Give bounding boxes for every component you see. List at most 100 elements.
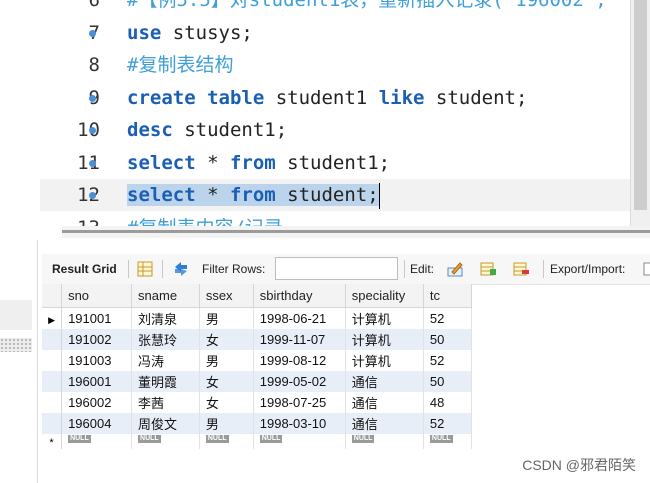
- column-header-sname[interactable]: sname: [131, 284, 200, 308]
- editor-line[interactable]: 11select * from student1;: [40, 147, 650, 179]
- table-cell[interactable]: 191002: [61, 329, 133, 350]
- table-cell[interactable]: 女: [199, 371, 254, 392]
- table-cell[interactable]: 1999-08-12: [253, 350, 346, 371]
- table-cell[interactable]: 计算机: [345, 329, 424, 350]
- editor-line[interactable]: 8 #复制表结构: [40, 49, 650, 81]
- row-selector[interactable]: [42, 392, 63, 413]
- code-text[interactable]: select * from student;: [127, 179, 380, 211]
- table-cell[interactable]: 女: [199, 329, 254, 350]
- row-selector[interactable]: [42, 329, 63, 350]
- table-row[interactable]: 191003 冯涛男 1999-08-12 计算机 52: [42, 350, 473, 371]
- table-cell[interactable]: 刘清泉: [131, 307, 200, 329]
- table-cell[interactable]: 周俊文: [131, 413, 200, 434]
- code-text[interactable]: #复制表结构: [127, 49, 233, 81]
- result-grid[interactable]: sno sname ssex sbirthday speciality tc ▶ 19100…: [42, 284, 473, 449]
- line-number: 8: [88, 54, 100, 76]
- table-cell[interactable]: 1999-05-02: [253, 371, 346, 392]
- table-cell[interactable]: 通信: [345, 413, 424, 434]
- table-cell[interactable]: 1999-11-07: [253, 329, 346, 350]
- editor-line[interactable]: 10desc student1;: [40, 114, 650, 146]
- table-cell[interactable]: 李茜: [131, 392, 200, 413]
- editor-vertical-scrollbar[interactable]: [630, 0, 650, 226]
- table-cell[interactable]: 196001: [61, 371, 133, 392]
- table-cell[interactable]: NULL: [199, 434, 254, 449]
- delete-row-icon[interactable]: [512, 260, 530, 278]
- table-cell[interactable]: 计算机: [345, 350, 424, 371]
- table-cell[interactable]: 1998-03-10: [253, 413, 346, 434]
- left-panel-splitter[interactable]: [0, 338, 32, 352]
- row-selector[interactable]: [42, 371, 63, 392]
- table-row[interactable]: 196002 李茜女 1998-07-25 通信 48: [42, 392, 473, 413]
- editor-line[interactable]: 6 #【例5.5】对student1表，重新插入记录(‘196002’,: [40, 0, 650, 16]
- row-selector[interactable]: ▶: [42, 307, 63, 329]
- column-header-sbirthday[interactable]: sbirthday: [253, 284, 346, 308]
- table-cell[interactable]: NULL: [345, 434, 424, 449]
- table-row[interactable]: 191002 张慧玲女 1999-11-07 计算机 50: [42, 329, 473, 350]
- scrollbar-thumb[interactable]: [634, 0, 647, 210]
- row-selector[interactable]: *: [42, 434, 63, 449]
- row-selector[interactable]: [42, 413, 63, 434]
- code-text[interactable]: desc student1;: [127, 114, 287, 146]
- statement-marker-icon[interactable]: [89, 94, 96, 102]
- table-cell[interactable]: 通信: [345, 371, 424, 392]
- null-badge: NULL: [429, 435, 453, 443]
- editor-line[interactable]: 13 #复制表内容/记录: [40, 212, 650, 227]
- table-cell[interactable]: 50: [423, 329, 473, 350]
- column-header-ssex[interactable]: ssex: [199, 284, 254, 308]
- code-text[interactable]: #复制表内容/记录: [127, 212, 283, 227]
- editor-line[interactable]: 9create table student1 like student;: [40, 82, 650, 114]
- table-cell[interactable]: 男: [199, 307, 254, 329]
- editor-horizontal-scrollbar[interactable]: [62, 226, 650, 238]
- column-header-speciality[interactable]: speciality: [345, 284, 424, 308]
- table-cell[interactable]: 191001: [61, 307, 133, 329]
- column-header-sno[interactable]: sno: [61, 284, 133, 308]
- table-cell[interactable]: 董明霞: [131, 371, 200, 392]
- table-cell[interactable]: 196002: [61, 392, 133, 413]
- table-cell[interactable]: NULL: [131, 434, 200, 449]
- grid-view-icon[interactable]: [136, 260, 154, 278]
- table-cell[interactable]: 52: [423, 413, 473, 434]
- row-selector[interactable]: [42, 350, 63, 371]
- new-row[interactable]: * NULL NULL NULL NULL NULL NULL: [42, 434, 473, 449]
- table-cell[interactable]: NULL: [61, 434, 133, 449]
- statement-marker-icon[interactable]: [89, 29, 96, 37]
- table-cell[interactable]: NULL: [423, 434, 473, 449]
- table-cell[interactable]: 张慧玲: [131, 329, 200, 350]
- table-cell[interactable]: 男: [199, 350, 254, 371]
- sql-editor[interactable]: 6 #【例5.5】对student1表，重新插入记录(‘196002’, 7use …: [40, 0, 650, 226]
- table-cell[interactable]: 50: [423, 371, 473, 392]
- table-row[interactable]: ▶ 191001 刘清泉男 1998-06-21 计算机 52: [42, 307, 473, 329]
- statement-marker-icon[interactable]: [89, 192, 96, 199]
- edit-cell-icon[interactable]: [446, 260, 464, 278]
- editor-line[interactable]: 12select * from student;: [40, 179, 650, 211]
- code-text[interactable]: create table student1 like student;: [127, 82, 527, 114]
- refresh-icon[interactable]: [172, 260, 190, 278]
- table-cell[interactable]: 191003: [61, 350, 133, 371]
- table-cell[interactable]: 52: [423, 307, 473, 329]
- statement-marker-icon[interactable]: [89, 159, 96, 167]
- code-text[interactable]: select * from student1;: [127, 147, 390, 179]
- column-header-tc[interactable]: tc: [423, 284, 473, 308]
- table-cell[interactable]: 48: [423, 392, 473, 413]
- table-cell[interactable]: 计算机: [345, 307, 424, 329]
- table-cell[interactable]: 通信: [345, 392, 424, 413]
- export-icon[interactable]: [642, 260, 650, 278]
- table-cell[interactable]: 1998-06-21: [253, 307, 346, 329]
- table-cell[interactable]: 1998-07-25: [253, 392, 346, 413]
- filter-rows-input[interactable]: [275, 257, 398, 280]
- table-cell[interactable]: 冯涛: [131, 350, 200, 371]
- table-row[interactable]: 196001 董明霞女 1999-05-02 通信 50: [42, 371, 473, 392]
- table-cell[interactable]: 52: [423, 350, 473, 371]
- table-cell[interactable]: 女: [199, 392, 254, 413]
- result-grid-tab[interactable]: Result Grid: [52, 254, 117, 284]
- scrollbar-thumb[interactable]: [62, 230, 650, 233]
- table-row[interactable]: 196004 周俊文男 1998-03-10 通信 52: [42, 413, 473, 434]
- editor-line[interactable]: 7use stusys;: [40, 17, 650, 49]
- add-row-icon[interactable]: [479, 260, 497, 278]
- table-cell[interactable]: 196004: [61, 413, 133, 434]
- statement-marker-icon[interactable]: [89, 127, 96, 134]
- code-text[interactable]: use stusys;: [127, 17, 253, 49]
- table-cell[interactable]: 男: [199, 413, 254, 434]
- code-text[interactable]: #【例5.5】对student1表，重新插入记录(‘196002’,: [127, 0, 607, 16]
- table-cell[interactable]: NULL: [253, 434, 346, 449]
